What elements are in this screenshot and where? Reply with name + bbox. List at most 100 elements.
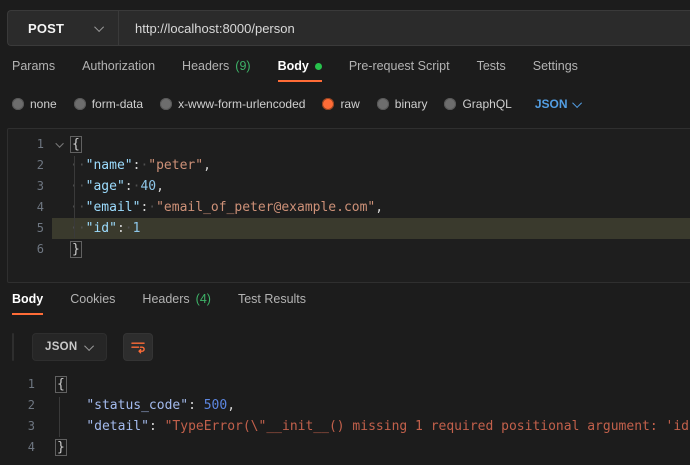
response-tab-body[interactable]: Body (12, 292, 43, 315)
tab-label: Headers (182, 59, 229, 73)
radio-label: binary (395, 97, 428, 111)
code-text: { (55, 374, 67, 395)
code-line: 1{ (7, 374, 690, 395)
line-number: 4 (7, 437, 43, 458)
response-view-switch (12, 333, 14, 361)
code-line: 3 ··"age":·40, (8, 176, 690, 197)
code-line-content: "detail": "TypeError(\"__init__() missin… (43, 416, 690, 437)
line-number: 4 (8, 197, 52, 218)
fold-chevron-icon[interactable] (52, 142, 70, 148)
code-text: } (70, 239, 82, 260)
radio-label: raw (340, 97, 359, 111)
tab-label: Test Results (238, 292, 306, 306)
http-method-select[interactable]: POST (8, 11, 119, 45)
wrap-text-button[interactable] (123, 333, 153, 361)
radio-icon (322, 98, 334, 110)
code-line-content: "status_code": 500, (43, 395, 690, 416)
tab-authorization[interactable]: Authorization (82, 59, 155, 82)
tab-params[interactable]: Params (12, 59, 55, 82)
radio-icon (444, 98, 456, 110)
green-dot-icon (315, 63, 322, 70)
code-line-content: } (52, 239, 690, 260)
tab-label: Body (278, 59, 309, 73)
tab-tests[interactable]: Tests (477, 59, 506, 82)
code-text: { (70, 134, 82, 155)
tab-headers[interactable]: Headers (9) (182, 59, 251, 82)
body-language-label: JSON (535, 97, 568, 111)
line-number: 3 (7, 416, 43, 437)
radio-icon (377, 98, 389, 110)
code-text: "status_code": 500, (55, 395, 235, 416)
tab-label: Pre-request Script (349, 59, 450, 73)
url-text: http://localhost:8000/person (135, 21, 295, 36)
response-language-select[interactable]: JSON (32, 333, 107, 361)
text-wrap-icon (130, 339, 146, 355)
code-line: 1{ (8, 134, 690, 155)
tab-label: Cookies (70, 292, 115, 306)
line-number: 3 (8, 176, 52, 197)
chevron-down-icon (55, 139, 63, 147)
code-text: ··"name":·"peter", (70, 155, 211, 176)
body-type-form-data[interactable]: form-data (74, 97, 143, 111)
code-line: 5 ··"id":·1 (8, 218, 690, 239)
radio-label: form-data (92, 97, 143, 111)
tab-body[interactable]: Body (278, 59, 322, 82)
radio-icon (12, 98, 24, 110)
response-body-viewer[interactable]: 1{2 "status_code": 500,3 "detail": "Type… (7, 369, 690, 458)
tab-label: Params (12, 59, 55, 73)
line-number: 6 (8, 239, 52, 260)
radio-icon (160, 98, 172, 110)
radio-label: x-www-form-urlencoded (178, 97, 305, 111)
line-number: 2 (8, 155, 52, 176)
indent-guide (59, 397, 60, 437)
tab-count-badge: (4) (196, 292, 211, 306)
code-line-content: ··"age":·40, (52, 176, 690, 197)
tab-label: Headers (142, 292, 189, 306)
code-line: 3 "detail": "TypeError(\"__init__() miss… (7, 416, 690, 437)
tab-label: Authorization (82, 59, 155, 73)
chevron-down-icon (572, 98, 582, 108)
response-language-label: JSON (45, 341, 78, 353)
code-line: 2 "status_code": 500, (7, 395, 690, 416)
code-line-content: ··"email":·"email_of_peter@example.com", (52, 197, 690, 218)
line-number: 1 (8, 134, 52, 155)
body-type-raw[interactable]: raw (322, 97, 359, 111)
body-type-none[interactable]: none (12, 97, 57, 111)
radio-label: GraphQL (462, 97, 511, 111)
code-line-content: { (52, 134, 690, 155)
code-text: ··"age":·40, (70, 176, 164, 197)
url-input[interactable]: http://localhost:8000/person (119, 11, 690, 45)
line-number: 1 (7, 374, 43, 395)
code-text: "detail": "TypeError(\"__init__() missin… (55, 416, 690, 437)
code-text: } (55, 437, 67, 458)
body-type-graphql[interactable]: GraphQL (444, 97, 511, 111)
tab-label: Tests (477, 59, 506, 73)
code-line-content: } (43, 437, 690, 458)
body-type-x-www-form-urlencoded[interactable]: x-www-form-urlencoded (160, 97, 305, 111)
radio-icon (74, 98, 86, 110)
code-line: 4··"email":·"email_of_peter@example.com"… (8, 197, 690, 218)
tab-pre-request-script[interactable]: Pre-request Script (349, 59, 450, 82)
tab-settings[interactable]: Settings (533, 59, 578, 82)
line-number: 5 (8, 218, 52, 239)
body-type-binary[interactable]: binary (377, 97, 428, 111)
response-tab-cookies[interactable]: Cookies (70, 292, 115, 315)
http-method-label: POST (28, 21, 64, 36)
code-line: 6} (8, 239, 690, 260)
code-line-content: { (43, 374, 690, 395)
code-line: 2 ··"name":·"peter", (8, 155, 690, 176)
response-tab-headers[interactable]: Headers (4) (142, 292, 211, 315)
code-text: ··"id":·1 (70, 218, 140, 239)
tab-count-badge: (9) (235, 59, 250, 73)
request-body-editor[interactable]: 1{2··"name":·"peter",3··"age":·40,4··"em… (7, 128, 690, 283)
code-line-content: ··"id":·1 (52, 218, 690, 239)
code-line: 4} (7, 437, 690, 458)
body-language-select[interactable]: JSON (535, 97, 582, 111)
request-url-bar: POST http://localhost:8000/person (7, 10, 690, 46)
body-type-row: none form-data x-www-form-urlencoded raw bin… (0, 88, 690, 120)
chevron-down-icon (84, 341, 94, 351)
response-tab-test-results[interactable]: Test Results (238, 292, 306, 315)
tab-label: Body (12, 292, 43, 306)
indent-guide (74, 156, 75, 238)
radio-label: none (30, 97, 57, 111)
